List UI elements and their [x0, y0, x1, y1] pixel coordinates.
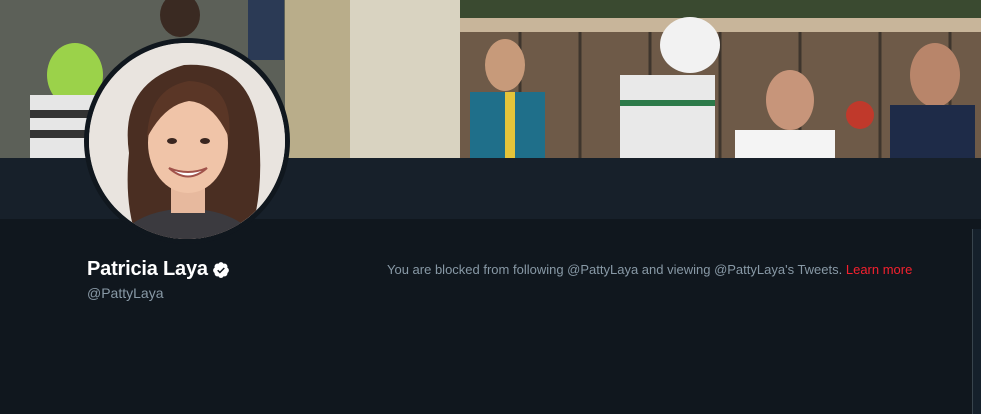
profile-page: Patricia Laya @PattyLaya You are blocked…: [0, 0, 981, 414]
verified-badge-icon: [212, 261, 230, 279]
blocked-notice: You are blocked from following @PattyLay…: [387, 262, 912, 277]
profile-handle: @PattyLaya: [87, 285, 164, 301]
profile-display-name: Patricia Laya: [87, 258, 208, 280]
profile-name-row: Patricia Laya: [87, 258, 230, 281]
avatar-photo: [89, 43, 285, 239]
sidebar-divider: [972, 229, 973, 414]
profile-avatar[interactable]: [84, 38, 290, 244]
blocked-notice-text: You are blocked from following @PattyLay…: [387, 262, 846, 277]
sidebar-panel-edge: [973, 229, 981, 414]
learn-more-link[interactable]: Learn more: [846, 262, 912, 277]
